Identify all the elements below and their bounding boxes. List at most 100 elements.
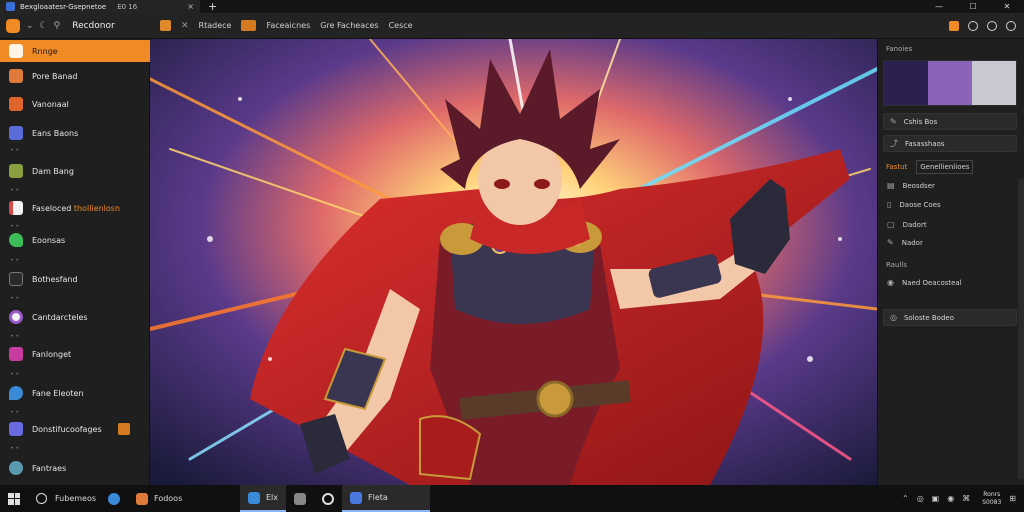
thumbnail-2[interactable] [972,61,1016,105]
action-button-label: Cshis Bos [903,117,938,126]
action-button-1[interactable]: ✎ Cshis Bos [883,113,1017,130]
tab-close-icon[interactable]: × [187,2,194,11]
taskbar-app-5[interactable]: Fleta [342,485,431,512]
sidebar-item-10[interactable]: Fane Eleoten [0,382,150,404]
panel-row-1[interactable]: ▯ Daose Coes [887,200,941,209]
landscape-icon [9,164,23,178]
share-icon: ⤴ [890,139,898,148]
taskbar-app-4[interactable] [314,485,342,512]
volume-icon[interactable]: ◉ [947,494,954,503]
pin-icon[interactable]: ⚲ [54,21,61,31]
menu-item-3[interactable]: Cesce [389,21,413,30]
sidebar-item-label: Dam Bang [32,166,74,176]
menu-item-2[interactable]: Gre Facheaces [320,21,378,30]
taskbar-app-2[interactable]: Elx [240,485,287,512]
taskbar-app-label: Fodoos [154,494,183,503]
close-icon[interactable]: ✕ [181,21,189,31]
list-icon: ▤ [887,181,895,190]
image-canvas[interactable] [150,39,877,485]
sidebar-item-1[interactable]: Pore Banad [0,65,150,87]
frame-icon [9,422,23,436]
panel-row-3[interactable]: ✎ Nador [887,238,923,247]
menu-item-1[interactable]: Faceaicnes [266,21,310,30]
sidebar-item-8[interactable]: Cantdarcteles [0,306,150,328]
menu-bar: ✕ Rtadece Faceaicnes Gre Facheaces Cesce [150,20,949,31]
toolbar: ⌄ ☾ ⚲ Recdonor ✕ Rtadece Faceaicnes Gre … [0,13,1024,39]
divider-dots: • • [10,445,19,452]
panel-section-title: Fanoies [886,45,913,53]
new-tab-button[interactable]: + [200,0,225,13]
sidebar-item-4[interactable]: Dam Bang [0,160,150,182]
anime-artwork [150,39,877,485]
action-button-2[interactable]: ⤴ Fasasshaos [883,135,1017,152]
photo-icon [248,491,260,504]
fox-menu-icon[interactable] [160,20,171,31]
taskbar-app-0[interactable] [100,485,128,512]
minimize-button[interactable]: — [922,0,956,13]
stack-icon [9,126,23,140]
start-button[interactable] [0,492,28,505]
settings-icon[interactable] [968,20,978,31]
chevron-up-icon[interactable]: ⌃ [902,494,909,503]
window-controls: — ☐ ✕ [922,0,1024,13]
tag-icon[interactable] [241,20,257,31]
scrollbar[interactable] [1018,179,1024,479]
sidebar-item-label: Pore Banad [32,71,78,81]
sidebar-item-12[interactable]: Fantraes [0,457,150,479]
browser-tab[interactable]: Bexgloaatesr-Gsepnetoe E0 16 × [0,0,200,13]
panel-row-label: Dadort [902,220,927,229]
close-button[interactable]: ✕ [990,0,1024,13]
keyboard-icon[interactable]: ⌘ [962,494,970,503]
sidebar-item-5[interactable]: Faseloced thollienlosn [0,197,150,219]
tab-0[interactable]: Fastut [883,161,910,173]
sidebar-item-7[interactable]: Bothesfand [0,268,150,290]
maximize-button[interactable]: ☐ [956,0,990,13]
divider-dots: • • [10,409,19,416]
app-icon [350,491,363,504]
chevron-down-icon[interactable]: ⌄ [26,21,34,31]
action-button-3[interactable]: ◎ Soloste Bodeo [883,309,1017,326]
panel-row-label: Daose Coes [899,200,941,209]
brand-icon[interactable] [949,20,959,31]
taskbar-app-3[interactable] [286,485,314,512]
sidebar-item-9[interactable]: Fanlonget [0,343,150,365]
gallery-icon [294,492,307,505]
thumbnail-strip [883,60,1017,106]
panel-row-0[interactable]: ▤ Beosdser [887,181,935,190]
divider-dots: • • [10,371,19,378]
pencil-icon: ✎ [890,117,897,126]
app-logo-icon[interactable] [6,18,20,33]
document-icon: ▯ [887,200,892,209]
sidebar-item-0[interactable]: Rnnge [0,40,150,62]
display-icon[interactable]: ▣ [932,494,940,503]
panel-row-4[interactable]: ◉ Naed Oeacosteal [887,278,962,287]
network-icon[interactable]: ◎ [917,494,924,503]
edit-icon: ✎ [887,238,894,247]
sidebar-item-11[interactable]: Donstifucoofages [0,418,150,440]
search-label: Fubemeos [55,494,97,503]
toolbar-right [949,20,1024,31]
sidebar-item-label: Fantraes [32,463,67,473]
thumbnail-1[interactable] [928,61,972,105]
gear-icon[interactable] [987,20,997,31]
notifications-icon[interactable]: ⊞ [1009,494,1016,503]
clock[interactable]: Ronrs S0083 [982,491,1001,507]
windows-logo-icon [8,492,20,505]
sidebar-item-6[interactable]: Eoonsas [0,229,150,251]
sidebar-item-3[interactable]: Eans Baons [0,122,150,144]
tab-1[interactable]: Genellienlioes [916,160,974,174]
clock-time: Ronrs [983,490,1001,498]
taskbar-search[interactable]: Fubemeos [28,493,100,504]
divider-dots: • • [10,187,19,194]
sidebar-item-label: Rnnge [32,46,58,56]
sidebar-item-2[interactable]: Vanonaal [0,93,150,115]
panel-row-2[interactable]: ▢ Dadort [887,220,927,229]
tag-icon[interactable] [118,423,130,435]
sync-icon[interactable] [1006,20,1016,31]
thumbnail-0[interactable] [884,61,928,105]
taskbar-app-1[interactable]: Fodoos [128,485,240,512]
sidebar-item-label: Eoonsas [32,235,66,245]
toolbar-left: ⌄ ☾ ⚲ Recdonor [0,13,150,39]
menu-item-0[interactable]: Rtadece [199,21,232,30]
moon-icon[interactable]: ☾ [40,21,48,31]
